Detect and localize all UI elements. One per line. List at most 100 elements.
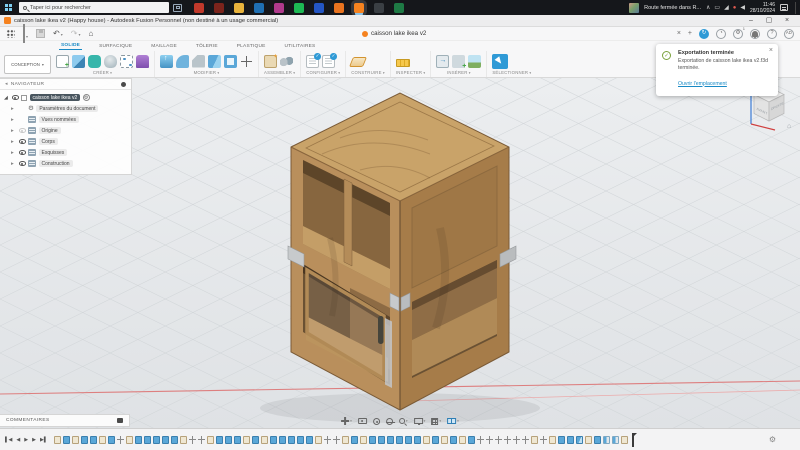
pattern-feature-icon[interactable] [612,435,620,444]
display-settings-icon[interactable]: ▾ [413,418,425,425]
close-button[interactable]: × [778,15,796,26]
sketch-feature-icon[interactable] [621,435,629,444]
move-feature-icon[interactable] [324,435,332,444]
component-gear-icon[interactable]: ⚙ [82,94,90,101]
extrude-feature-icon[interactable] [135,435,143,444]
show-desktop-button[interactable] [795,1,797,14]
tab-utilitaires[interactable]: UTILITAIRES [283,44,318,50]
look-at-camera-icon[interactable] [357,418,367,424]
sketch-feature-icon[interactable] [441,435,449,444]
group-label-selectionner[interactable]: SÉLECTIONNER [492,70,531,75]
extrude-feature-icon[interactable] [396,435,404,444]
grid-settings-icon[interactable]: ▾ [431,417,441,425]
hidden-icons-chevron-icon[interactable]: ∧ [706,4,710,11]
measure-icon[interactable] [395,58,410,67]
news-widget-text[interactable]: Route fermée dans R... [644,5,701,11]
volume-icon[interactable]: ◀ [740,4,745,11]
combine-icon[interactable] [208,54,221,68]
step-back-icon[interactable]: ◀ [16,435,20,445]
workspace-selector[interactable]: CONCEPTION [4,54,51,74]
move-feature-icon[interactable] [513,435,521,444]
timeline-playhead[interactable] [632,432,638,447]
select-icon[interactable] [492,53,509,69]
extrude-feature-icon[interactable] [450,435,458,444]
sketch-feature-icon[interactable] [126,435,134,444]
network-icon[interactable]: ◢ [724,4,729,11]
loft-icon[interactable] [136,54,149,68]
extrude-feature-icon[interactable] [81,435,89,444]
extrude-feature-icon[interactable] [108,435,116,444]
extrude-feature-icon[interactable] [594,435,602,444]
start-button-icon[interactable] [3,2,15,13]
notifications-bell-icon[interactable] [750,28,760,39]
sketch-feature-icon[interactable] [180,435,188,444]
combine-feature-icon[interactable] [576,435,584,444]
expand-arrow-icon[interactable]: ▸ [11,117,16,123]
new-component-icon[interactable] [264,53,278,68]
app-maroon-icon[interactable] [214,2,224,13]
move-feature-icon[interactable] [189,435,197,444]
sketch-feature-icon[interactable] [360,435,368,444]
extrude-feature-icon[interactable] [234,435,242,444]
move-feature-icon[interactable] [198,435,206,444]
app-blue-diamond-icon[interactable] [314,2,324,13]
navigator-item-param-tres-du-document[interactable]: ▸ ⚙ Paramètres du document [0,103,131,114]
go-to-start-icon[interactable]: ▌◀ [5,435,12,445]
expand-arrow-icon[interactable]: ▸ [11,150,16,156]
app-green-square-icon[interactable] [394,2,404,13]
pan-icon[interactable]: ▾ [341,417,352,425]
zoom-icon[interactable]: ▾ [398,418,408,424]
move-feature-icon[interactable] [486,435,494,444]
sketch-feature-icon[interactable] [585,435,593,444]
expand-arrow-icon[interactable]: ▸ [11,139,16,145]
extrude-feature-icon[interactable] [432,435,440,444]
cylinder-icon[interactable] [104,54,117,68]
create-sketch-icon[interactable] [56,54,69,69]
extrude-feature-icon[interactable] [162,435,170,444]
group-label-creer[interactable]: CRÉER [56,70,149,75]
navigator-item-corps[interactable]: ▸ Corps [0,136,131,147]
sketch-feature-icon[interactable] [99,435,107,444]
navigator-item-esquisses[interactable]: ▸ Esquisses [0,147,131,158]
group-label-construire[interactable]: CONSTRUIRE [351,70,385,75]
news-widget-thumbnail-icon[interactable] [629,2,640,13]
extrude-feature-icon[interactable] [144,435,152,444]
app-blue-icon[interactable] [254,2,264,13]
file-menu-icon[interactable]: ▾ [23,23,28,43]
fusion-360-icon[interactable] [354,2,364,13]
sketch-feature-icon[interactable] [207,435,215,444]
navigator-item-label[interactable]: Esquisses [38,149,68,156]
sketch-feature-icon[interactable] [54,435,62,444]
project-geometry-icon[interactable] [120,54,133,68]
move-feature-icon[interactable] [117,435,125,444]
group-label-inspecter[interactable]: INSPECTER [396,70,426,75]
timeline-settings-gear-icon[interactable]: ⚙ [769,435,776,444]
navigator-item-label[interactable]: Origine [38,127,61,134]
navigator-item-vues-nomm-es[interactable]: ▸ Vues nommées [0,114,131,125]
tab-maillage[interactable]: MAILLAGE [149,44,179,50]
save-icon[interactable] [36,29,46,38]
extrude-feature-icon[interactable] [279,435,287,444]
navigator-item-label[interactable]: Corps [38,138,58,145]
construction-plane-icon[interactable] [349,57,368,67]
undo-icon[interactable]: ↶▾ [53,29,63,39]
navigator-item-label[interactable]: Construction [38,160,73,167]
group-label-configurer[interactable]: CONFIGURER [306,70,340,75]
extrude-feature-icon[interactable] [288,435,296,444]
visibility-eye-icon[interactable] [18,161,26,166]
navigator-item-origine[interactable]: ▸ Origine [0,125,131,136]
extrude-feature-icon[interactable] [306,435,314,444]
chamfer-icon[interactable] [192,54,205,68]
move-feature-icon[interactable] [522,435,530,444]
expand-arrow-icon[interactable]: ▸ [11,128,16,134]
tab-plastique[interactable]: PLASTIQUE [235,44,268,50]
maximize-button[interactable]: ▢ [760,15,778,26]
navigator-root-label[interactable]: caisson lake ikea v2 [29,94,81,101]
move-feature-icon[interactable] [504,435,512,444]
play-icon[interactable]: ▶ [24,435,28,445]
move-copy-icon[interactable] [240,55,253,68]
navigator-item-label[interactable]: Vues nommées [38,116,80,123]
visibility-eye-icon[interactable] [11,95,19,100]
configuration-table-icon[interactable] [322,53,337,68]
extrude-feature-icon[interactable] [225,435,233,444]
